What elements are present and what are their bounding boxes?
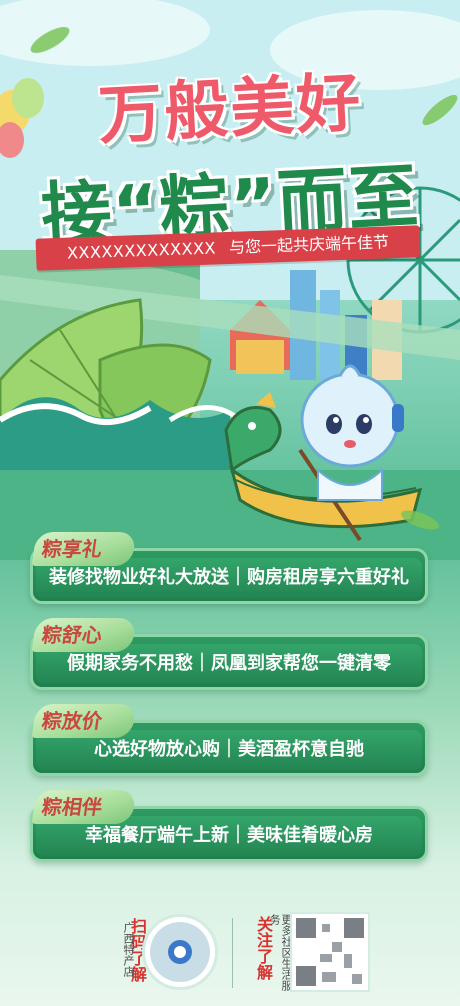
qr-code-icon — [296, 918, 364, 986]
mini-program-code-icon — [150, 922, 210, 982]
benefit-card-4: 幸福餐厅端午上新｜美味佳肴暖心房 粽相伴 — [30, 790, 428, 864]
benefit-tag: 粽放价 — [31, 704, 137, 738]
footer: 扫码了解 广西特产店 关注了解 更多社区生活服务 — [0, 900, 460, 1006]
benefit-card-2: 假期家务不用愁｜凤凰到家帮您一键清零 粽舒心 — [30, 618, 428, 692]
account-placeholder: XXXXXXXXXXXXX — [66, 238, 217, 263]
mini-program-code[interactable] — [142, 914, 218, 990]
footer-divider — [232, 918, 233, 988]
qr-code[interactable] — [290, 912, 370, 992]
benefit-tag: 粽享礼 — [31, 532, 137, 566]
service-label: 更多社区生活服务 — [268, 914, 293, 991]
store-name: 广西特产店 — [122, 922, 135, 977]
benefit-tag: 粽舒心 — [31, 618, 137, 652]
benefit-card-3: 心选好物放心购｜美酒盈杯意自驰 粽放价 — [30, 704, 428, 778]
banner-slogan: 与您一起共庆端午佳节 — [228, 232, 390, 257]
benefit-card-1: 装修找物业好礼大放送｜购房租房享六重好礼 粽享礼 — [30, 532, 428, 606]
benefit-tag: 粽相伴 — [31, 790, 137, 824]
